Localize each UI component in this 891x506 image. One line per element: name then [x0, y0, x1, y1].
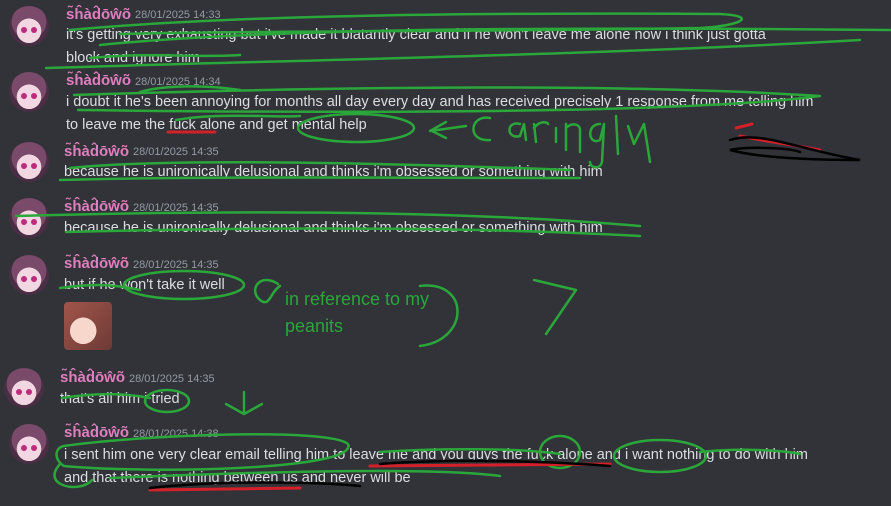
avatar[interactable]	[9, 255, 49, 295]
sticker-image[interactable]	[64, 302, 112, 350]
timestamp: 28/01/2025 14:35	[133, 146, 219, 158]
avatar[interactable]	[4, 368, 44, 408]
message-text: that's all him i tried	[60, 391, 180, 407]
timestamp: 28/01/2025 14:35	[133, 202, 219, 214]
scribble-seven	[532, 278, 578, 336]
username[interactable]: s̃ĥàd̂ōŵõ	[64, 424, 129, 441]
username[interactable]: s̃ĥàd̂ōŵõ	[64, 255, 129, 272]
username[interactable]: s̃ĥàd̂ōŵõ	[66, 72, 131, 89]
message-text: i doubt it he's been annoying for months…	[66, 94, 814, 133]
timestamp: 28/01/2025 14:38	[133, 428, 219, 440]
message-text: it's getting very exhausting but i've ma…	[66, 27, 766, 66]
avatar[interactable]	[9, 72, 49, 112]
annotation-peanits-note: in reference to my peanits	[285, 289, 430, 336]
username[interactable]: s̃ĥàd̂ōŵõ	[60, 369, 125, 386]
avatar[interactable]	[9, 424, 49, 464]
username[interactable]: s̃ĥàd̂ōŵõ	[64, 198, 129, 215]
black-scribble	[728, 136, 861, 162]
timestamp: 28/01/2025 14:34	[135, 76, 221, 88]
username[interactable]: s̃ĥàd̂ōŵõ	[66, 6, 131, 23]
avatar[interactable]	[9, 198, 49, 238]
avatar[interactable]	[9, 142, 49, 182]
message-text: i sent him one very clear email telling …	[64, 447, 808, 486]
message-text: because he is unironically delusional an…	[64, 220, 603, 236]
username[interactable]: s̃ĥàd̂ōŵõ	[64, 143, 129, 160]
timestamp: 28/01/2025 14:35	[133, 259, 219, 271]
avatar[interactable]	[9, 6, 49, 46]
message-text: because he is unironically delusional an…	[64, 164, 603, 180]
timestamp: 28/01/2025 14:33	[135, 9, 221, 21]
timestamp: 28/01/2025 14:35	[129, 373, 215, 385]
